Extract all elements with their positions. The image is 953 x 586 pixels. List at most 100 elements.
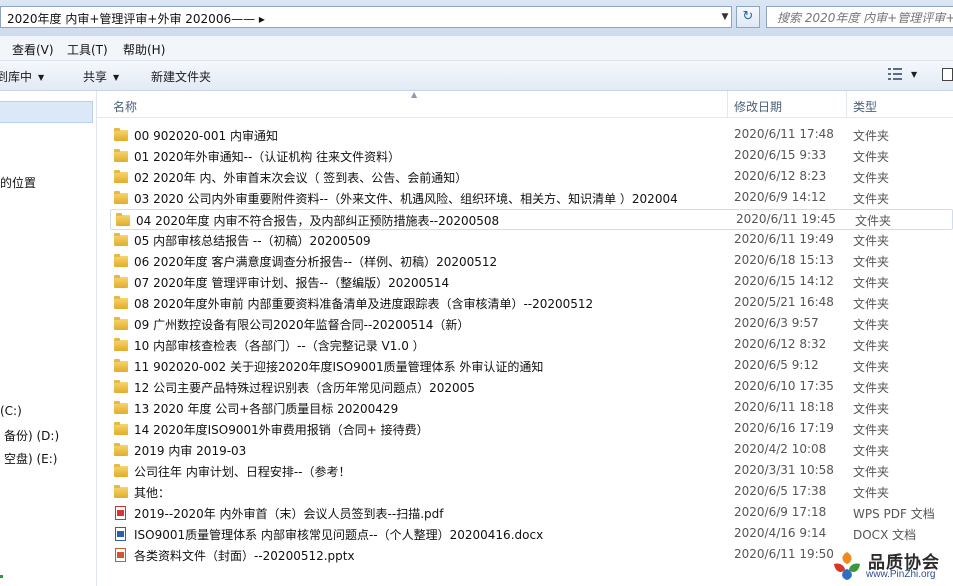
file-date: 2020/6/9 14:12 (734, 190, 827, 204)
column-divider[interactable] (846, 91, 847, 117)
column-type[interactable]: 类型 (853, 98, 877, 115)
folder-row[interactable]: 其他： 2020/6/5 17:38 文件夹 (109, 482, 953, 503)
folder-icon (114, 233, 128, 247)
file-date: 2020/4/16 9:14 (734, 526, 827, 540)
file-date: 2020/6/16 17:19 (734, 421, 834, 435)
new-folder-button[interactable]: 新建文件夹 (151, 68, 211, 85)
file-type: 文件夹 (853, 171, 890, 185)
search-box[interactable] (766, 6, 953, 28)
folder-row[interactable]: 14 2020年度ISO9001外审费用报销（合同+ 接待费） 2020/6/16… (109, 419, 953, 440)
file-row[interactable]: 2019--2020年 内外审首（末）会议人员签到表--扫描.pdf 2020/6… (109, 503, 953, 524)
file-date: 2020/6/5 9:12 (734, 358, 819, 372)
menu-view[interactable]: 查看(V) (12, 41, 54, 58)
file-date: 2020/6/11 19:49 (734, 232, 834, 246)
folder-icon (114, 254, 128, 268)
pdf-file-icon (114, 506, 128, 520)
folder-icon (114, 380, 128, 394)
folder-row[interactable]: 09 广州数控设备有限公司2020年监督合同--20200514（新） 2020/… (109, 314, 953, 335)
navigation-pane: 的位置 (C:) 备份) (D:) 空盘) (E:) (0, 91, 97, 586)
file-date: 2020/5/21 16:48 (734, 295, 834, 309)
column-date[interactable]: 修改日期 (734, 98, 782, 115)
file-name: 10 内部审核查检表（各部门）--（含完整记录 V1.0 ） (134, 339, 425, 353)
folder-row[interactable]: 04 2020年度 内审不符合报告，及内部纠正预防措施表--20200508 20… (110, 209, 953, 230)
watermark-url: www.PinZhi.org (866, 569, 936, 580)
file-date: 2020/6/11 17:48 (734, 127, 834, 141)
file-date: 2020/6/11 18:18 (734, 400, 834, 414)
menu-tools[interactable]: 工具(T) (67, 41, 108, 58)
folder-row[interactable]: 12 公司主要产品特殊过程识别表（含历年常见问题点）202005 2020/6/1… (109, 377, 953, 398)
share-button[interactable]: 共享 ▼ (83, 68, 119, 85)
file-name: ISO9001质量管理体系 内部审核常见问题点--（个人整理）20200416.… (134, 528, 544, 542)
nav-item-drive-c[interactable]: (C:) (0, 404, 22, 418)
folder-row[interactable]: 10 内部审核查检表（各部门）--（含完整记录 V1.0 ） 2020/6/12 … (109, 335, 953, 356)
column-header: ▲ 名称 修改日期 类型 (97, 90, 953, 118)
file-date: 2020/6/3 9:57 (734, 316, 819, 330)
folder-row[interactable]: 00 902020-001 内审通知 2020/6/11 17:48 文件夹 (109, 125, 953, 146)
file-name: 09 广州数控设备有限公司2020年监督合同--20200514（新） (134, 318, 470, 332)
file-type: 文件夹 (853, 381, 890, 395)
file-name: 07 2020年度 管理评审计划、报告--（整编版）20200514 (134, 276, 450, 290)
folder-icon (114, 170, 128, 184)
file-type: 文件夹 (853, 255, 890, 269)
file-type: 文件夹 (853, 150, 890, 164)
folder-row[interactable]: 08 2020年度外审前 内部重要资料准备清单及进度跟踪表（含审核清单）--20… (109, 293, 953, 314)
file-name: 08 2020年度外审前 内部重要资料准备清单及进度跟踪表（含审核清单）--20… (134, 297, 594, 311)
column-divider[interactable] (727, 91, 728, 117)
file-name: 各类资料文件（封面）--20200512.pptx (134, 549, 355, 563)
file-date: 2020/6/12 8:32 (734, 337, 827, 351)
folder-row[interactable]: 公司往年 内审计划、日程安排--（参考！ 2020/3/31 10:58 文件夹 (109, 461, 953, 482)
file-type: 文件夹 (853, 318, 890, 332)
file-date: 2020/6/15 14:12 (734, 274, 834, 288)
folder-icon (114, 443, 128, 457)
view-options-icon[interactable] (888, 68, 902, 80)
nav-item-drive-e[interactable]: 空盘) (E:) (4, 450, 58, 467)
address-path[interactable]: 2020年度 内审+管理评审+外审 202006—— ▸ (7, 10, 265, 27)
file-name: 14 2020年度ISO9001外审费用报销（合同+ 接待费） (134, 423, 429, 437)
folder-row[interactable]: 03 2020 公司内外审重要附件资料--（外来文件、机遇风险、组织环境、相关方… (109, 188, 953, 209)
file-type: 文件夹 (853, 360, 890, 374)
file-date: 2020/6/12 8:23 (734, 169, 827, 183)
folder-row[interactable]: 13 2020 年度 公司+各部门质量目标 20200429 2020/6/11 … (109, 398, 953, 419)
file-type: 文件夹 (853, 423, 890, 437)
folder-icon (114, 149, 128, 163)
file-name: 03 2020 公司内外审重要附件资料--（外来文件、机遇风险、组织环境、相关方… (134, 192, 678, 206)
view-dropdown-icon[interactable]: ▼ (911, 70, 917, 79)
file-type: 文件夹 (855, 214, 892, 228)
folder-row[interactable]: 02 2020年 内、外审首末次会议（ 签到表、公告、会前通知） 2020/6/1… (109, 167, 953, 188)
nav-item-drive-d[interactable]: 备份) (D:) (4, 427, 59, 444)
search-input[interactable] (775, 8, 953, 28)
preview-pane-icon[interactable] (942, 68, 953, 81)
nav-selected-item[interactable] (0, 101, 93, 123)
include-in-library-button[interactable]: 添加到库中▼ (0, 68, 44, 85)
folder-row[interactable]: 11 902020-002 关于迎接2020年度ISO9001质量管理体系 外审… (109, 356, 953, 377)
folder-icon (114, 422, 128, 436)
file-name: 00 902020-001 内审通知 (134, 129, 278, 143)
file-name: 2019 内审 2019-03 (134, 444, 247, 458)
refresh-button[interactable]: ↻ (736, 6, 760, 28)
logo-icon (834, 552, 860, 580)
command-bar: 添加到库中▼ 共享▼ 新建文件夹 ▼ (0, 61, 953, 91)
column-name[interactable]: 名称 (113, 98, 137, 115)
file-row[interactable]: ISO9001质量管理体系 内部审核常见问题点--（个人整理）20200416.… (109, 524, 953, 545)
chevron-down-icon[interactable]: ▼ (718, 9, 732, 25)
file-date: 2020/6/15 9:33 (734, 148, 827, 162)
address-bar[interactable]: 2020年度 内审+管理评审+外审 202006—— ▸ ▼ (0, 6, 732, 28)
folder-row[interactable]: 06 2020年度 客户满意度调查分析报告--（样例、初稿）20200512 20… (109, 251, 953, 272)
file-date: 2020/6/10 17:35 (734, 379, 834, 393)
menu-help[interactable]: 帮助(H) (123, 41, 165, 58)
nav-item-locations[interactable]: 的位置 (0, 174, 36, 191)
folder-icon (114, 485, 128, 499)
folder-icon (116, 213, 130, 227)
folder-row[interactable]: 2019 内审 2019-03 2020/4/2 10:08 文件夹 (109, 440, 953, 461)
folder-row[interactable]: 07 2020年度 管理评审计划、报告--（整编版）20200514 2020/6… (109, 272, 953, 293)
folder-row[interactable]: 05 内部审核总结报告 --（初稿）20200509 2020/6/11 19:4… (109, 230, 953, 251)
file-date: 2020/4/2 10:08 (734, 442, 827, 456)
file-name: 06 2020年度 客户满意度调查分析报告--（样例、初稿）20200512 (134, 255, 498, 269)
folder-icon (114, 338, 128, 352)
file-name: 01 2020年外审通知--（认证机构 往来文件资料） (134, 150, 401, 164)
file-type: 文件夹 (853, 129, 890, 143)
file-type: 文件夹 (853, 297, 890, 311)
file-name: 05 内部审核总结报告 --（初稿）20200509 (134, 234, 371, 248)
folder-row[interactable]: 01 2020年外审通知--（认证机构 往来文件资料） 2020/6/15 9:3… (109, 146, 953, 167)
file-type: 文件夹 (853, 444, 890, 458)
